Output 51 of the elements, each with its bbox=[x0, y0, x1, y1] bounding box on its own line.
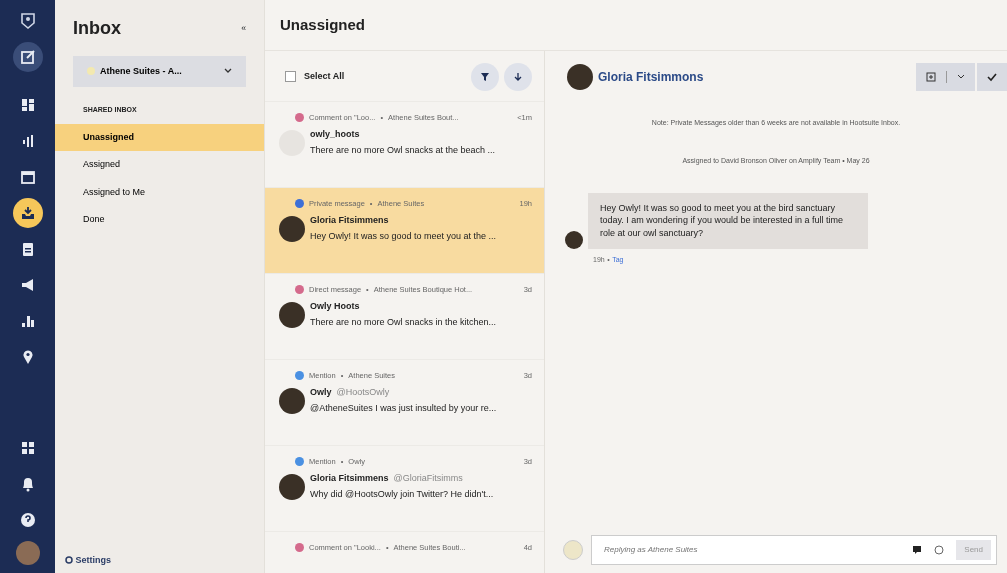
contact-name: Gloria Fitsimmons bbox=[598, 68, 704, 86]
message-preview: Hey Owly! It was so good to meet you at the ... bbox=[310, 230, 497, 244]
author-handle: @GloriaFitsimms bbox=[393, 472, 463, 486]
checkmark-icon bbox=[987, 71, 997, 82]
assign-icon bbox=[925, 71, 936, 82]
folder-item[interactable]: Done bbox=[55, 206, 264, 234]
message-preview: @AtheneSuites I was just insulted by your re... bbox=[310, 402, 497, 416]
avatar bbox=[567, 63, 593, 90]
help-icon bbox=[18, 511, 37, 529]
emoji-icon[interactable] bbox=[934, 545, 945, 555]
author-name: Owly Hoots bbox=[310, 300, 360, 314]
account-avatar bbox=[87, 67, 95, 76]
calendar-icon bbox=[18, 168, 37, 186]
author-name: owly_hoots bbox=[310, 128, 360, 142]
filter-button[interactable] bbox=[471, 62, 499, 91]
avatar bbox=[279, 301, 305, 328]
sidebar-title: Inbox bbox=[73, 18, 121, 40]
arrow-down-icon bbox=[513, 71, 523, 82]
folder-item[interactable]: Assigned to Me bbox=[55, 178, 264, 207]
message-preview: Why did @HootsOwly join Twitter? He didn't... bbox=[310, 488, 494, 502]
filter-icon bbox=[480, 71, 490, 82]
avatar bbox=[279, 215, 305, 242]
sort-button[interactable] bbox=[504, 62, 532, 91]
account-dropdown[interactable]: Athene Suites - A... bbox=[73, 55, 246, 88]
collapse-button[interactable]: « bbox=[241, 22, 246, 36]
chevron-down-icon bbox=[224, 68, 232, 75]
folder-item[interactable]: Assigned bbox=[55, 151, 264, 179]
message-bubble: Hey Owly! It was so good to meet you at the bird sanctuary today. I am wondering if you would be interested in a full time role at our owl sanctuary? bbox=[588, 192, 868, 249]
message-preview: There are no more Owl snacks in the kitchen... bbox=[310, 316, 497, 330]
resolve-button[interactable] bbox=[977, 62, 1007, 91]
assign-button[interactable] bbox=[915, 62, 975, 91]
comment-icon[interactable] bbox=[912, 545, 923, 555]
compose-icon bbox=[18, 48, 37, 66]
avatar bbox=[279, 387, 305, 414]
folder-item[interactable]: Unassigned bbox=[55, 123, 264, 152]
logo-icon bbox=[18, 12, 37, 30]
author-name: Gloria Fitsimmens bbox=[310, 472, 389, 486]
settings-icon bbox=[65, 556, 73, 565]
message-preview: There are no more Owl snacks at the beach ... bbox=[310, 144, 496, 158]
chevron-down-icon bbox=[956, 73, 965, 80]
author-handle: @HootsOwly bbox=[336, 386, 390, 400]
avatar bbox=[565, 230, 583, 249]
author-name: Owly bbox=[310, 386, 332, 400]
compose-button[interactable] bbox=[12, 42, 43, 72]
select-all-checkbox[interactable]: Select All bbox=[285, 70, 345, 84]
author-name: Gloria Fitsimmens bbox=[310, 214, 389, 228]
user-avatar[interactable] bbox=[15, 541, 40, 565]
avatar bbox=[279, 473, 305, 500]
inbox-button[interactable] bbox=[12, 198, 43, 228]
settings-link[interactable]: Settings bbox=[55, 553, 264, 573]
account-avatar bbox=[563, 540, 583, 560]
